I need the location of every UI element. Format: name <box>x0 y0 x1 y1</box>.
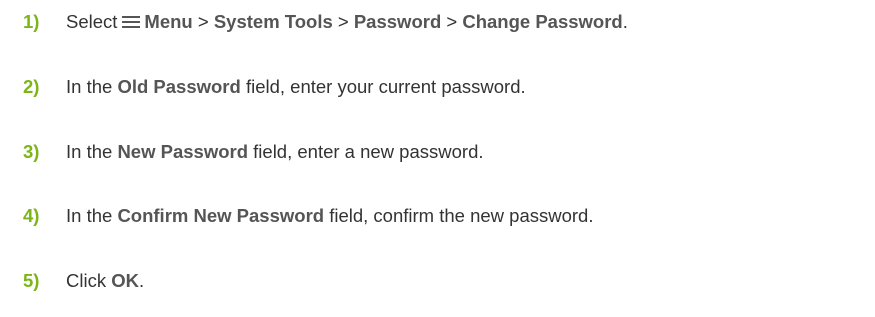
change-password-term: Change Password <box>462 11 623 32</box>
step-prefix: Click <box>66 270 112 291</box>
menu-term: Menu <box>144 11 193 32</box>
separator: > <box>446 11 458 32</box>
step-suffix: field, enter a new password. <box>248 141 484 162</box>
password-term: Password <box>353 11 442 32</box>
step-number: 3) <box>23 141 40 162</box>
hamburger-menu-icon <box>122 15 141 29</box>
separator: > <box>337 11 349 32</box>
step-text: In the New Password field, enter a new p… <box>66 141 484 163</box>
step-text: In the Old Password field, enter your cu… <box>66 76 526 98</box>
step-text: Select Menu > System Tools > Password > C… <box>66 11 628 33</box>
separator: > <box>197 11 209 32</box>
step-text: In the Confirm New Password field, confi… <box>66 205 593 227</box>
step-prefix: In the <box>66 205 118 226</box>
step-number: 1) <box>23 11 40 32</box>
step-text: Click OK. <box>66 270 144 292</box>
step-suffix: . <box>138 270 145 291</box>
step-prefix: In the <box>66 141 118 162</box>
step-suffix: . <box>622 11 628 32</box>
step-number: 2) <box>23 76 40 97</box>
confirm-new-password-term: Confirm New Password <box>117 205 325 226</box>
old-password-term: Old Password <box>117 76 241 97</box>
step-suffix: field, confirm the new password. <box>324 205 594 226</box>
step-suffix: field, enter your current password. <box>240 76 526 97</box>
step-prefix: Select <box>66 11 118 32</box>
system-tools-term: System Tools <box>213 11 333 32</box>
new-password-term: New Password <box>117 141 249 162</box>
step-number: 5) <box>23 270 40 291</box>
ok-term: OK <box>111 270 139 291</box>
step-prefix: In the <box>66 76 118 97</box>
step-number: 4) <box>23 205 40 226</box>
